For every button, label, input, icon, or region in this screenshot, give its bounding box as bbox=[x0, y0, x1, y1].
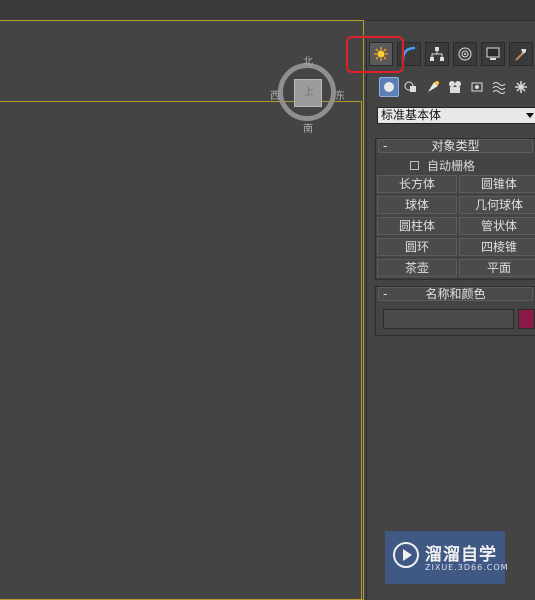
hierarchy-icon bbox=[430, 47, 444, 61]
create-subtabs bbox=[375, 76, 535, 100]
utilities-icon bbox=[515, 49, 526, 61]
tube-button[interactable]: 管状体 bbox=[459, 217, 535, 235]
compass-north: 北 bbox=[303, 57, 313, 68]
name-color-rollout: - 名称和颜色 bbox=[375, 286, 535, 336]
name-color-title: 名称和颜色 bbox=[425, 287, 486, 301]
subtab-systems[interactable] bbox=[511, 77, 531, 97]
play-logo-icon bbox=[393, 542, 419, 568]
plane-button[interactable]: 平面 bbox=[459, 259, 535, 277]
display-icon bbox=[486, 47, 500, 60]
cameras-icon bbox=[449, 81, 461, 93]
command-panel: 标准基本体 - 对象类型 自动栅格 长方体 圆锥体 球体 几何球体 圆柱体 管状… bbox=[366, 38, 535, 600]
autogrid-label: 自动栅格 bbox=[427, 158, 476, 173]
lights-icon bbox=[428, 81, 439, 92]
create-tab-highlight bbox=[346, 36, 404, 73]
box-button[interactable]: 长方体 bbox=[377, 175, 457, 193]
sphere-button[interactable]: 球体 bbox=[377, 196, 457, 214]
top-toolbar bbox=[0, 0, 535, 21]
collapse-icon: - bbox=[383, 287, 388, 301]
subtab-helpers[interactable] bbox=[467, 77, 487, 97]
viewcube[interactable]: 上 北 南 东 西 bbox=[270, 57, 345, 135]
subtab-shapes[interactable] bbox=[401, 77, 421, 97]
compass-east: 东 bbox=[335, 91, 345, 102]
dropdown-selected-value: 标准基本体 bbox=[381, 108, 442, 122]
cone-button[interactable]: 圆锥体 bbox=[459, 175, 535, 193]
motion-icon bbox=[458, 47, 472, 61]
watermark-title: 溜溜自学 bbox=[425, 545, 497, 565]
compass-west: 西 bbox=[270, 91, 280, 102]
object-name-input[interactable] bbox=[383, 309, 514, 329]
active-viewport-border bbox=[0, 101, 362, 600]
primitive-type-dropdown[interactable]: 标准基本体 bbox=[377, 107, 535, 124]
collapse-icon: - bbox=[383, 139, 388, 153]
object-color-swatch[interactable] bbox=[518, 309, 535, 329]
torus-button[interactable]: 圆环 bbox=[377, 238, 457, 256]
systems-icon bbox=[515, 81, 527, 93]
tab-motion[interactable] bbox=[453, 42, 477, 66]
shapes-icon bbox=[404, 81, 416, 92]
object-type-header[interactable]: - 对象类型 bbox=[378, 139, 533, 153]
space-warps-icon bbox=[492, 82, 506, 94]
helpers-icon bbox=[471, 82, 483, 92]
tab-utilities[interactable] bbox=[509, 42, 533, 66]
name-color-header[interactable]: - 名称和颜色 bbox=[378, 287, 533, 301]
cylinder-button[interactable]: 圆柱体 bbox=[377, 217, 457, 235]
object-type-rollout: - 对象类型 自动栅格 长方体 圆锥体 球体 几何球体 圆柱体 管状体 圆环 四… bbox=[375, 138, 535, 280]
watermark-url: ZIXUE.3D66.COM bbox=[425, 563, 509, 572]
viewcube-face-label: 上 bbox=[304, 87, 314, 98]
subtab-lights[interactable] bbox=[423, 77, 443, 97]
tab-hierarchy[interactable] bbox=[425, 42, 449, 66]
pyramid-button[interactable]: 四棱锥 bbox=[459, 238, 535, 256]
compass-south: 南 bbox=[303, 124, 313, 135]
viewcube-top-face[interactable]: 上 bbox=[294, 79, 322, 107]
autogrid-checkbox[interactable] bbox=[410, 160, 419, 170]
subtab-geometry[interactable] bbox=[379, 77, 399, 97]
geosphere-button[interactable]: 几何球体 bbox=[459, 196, 535, 214]
watermark: 溜溜自学 ZIXUE.3D66.COM bbox=[385, 531, 508, 584]
geometry-icon bbox=[384, 82, 394, 92]
subtab-space-warps[interactable] bbox=[489, 77, 509, 97]
tab-display[interactable] bbox=[481, 42, 505, 66]
teapot-button[interactable]: 茶壶 bbox=[377, 259, 457, 277]
autogrid-row[interactable]: 自动栅格 bbox=[410, 158, 476, 173]
object-type-title: 对象类型 bbox=[431, 139, 480, 153]
chevron-down-icon bbox=[526, 113, 534, 118]
subtab-cameras[interactable] bbox=[445, 77, 465, 97]
